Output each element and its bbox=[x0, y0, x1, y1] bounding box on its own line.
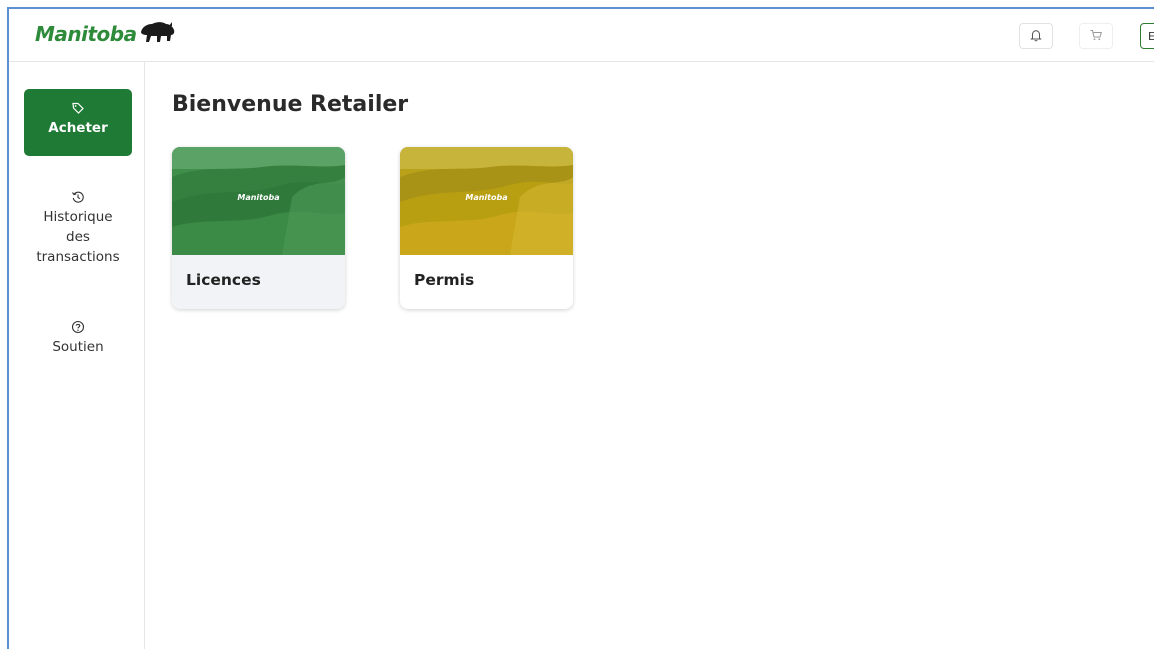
main-content: Bienvenue Retailer Manitoba Licences Man… bbox=[145, 62, 1154, 649]
sidebar-item-label-line2: des bbox=[66, 229, 90, 245]
card-image: Manitoba bbox=[400, 147, 573, 255]
tag-icon bbox=[71, 98, 85, 118]
app-window: Manitoba Acheter Historique des transact… bbox=[7, 7, 1154, 649]
card-licences[interactable]: Manitoba Licences bbox=[172, 147, 345, 309]
cart-button[interactable] bbox=[1079, 23, 1113, 49]
card-permis[interactable]: Manitoba Permis bbox=[400, 147, 573, 309]
help-icon bbox=[71, 317, 85, 337]
card-manitoba-logo: Manitoba bbox=[237, 193, 280, 202]
sidebar-item-acheter[interactable]: Acheter bbox=[24, 89, 132, 156]
user-menu-button[interactable]: E bbox=[1140, 23, 1154, 49]
sidebar-item-history[interactable]: Historique des transactions bbox=[24, 187, 132, 267]
card-label: Licences bbox=[186, 271, 261, 289]
sidebar: Acheter Historique des transactions Sout… bbox=[9, 62, 145, 649]
manitoba-logo[interactable]: Manitoba bbox=[35, 19, 177, 49]
top-header: Manitoba bbox=[9, 9, 1154, 62]
user-initial: E bbox=[1148, 30, 1154, 43]
page-title: Bienvenue Retailer bbox=[172, 92, 409, 117]
sidebar-item-label: Soutien bbox=[52, 339, 104, 355]
card-image: Manitoba bbox=[172, 147, 345, 255]
card-label: Permis bbox=[414, 271, 475, 289]
sidebar-item-label-line3: transactions bbox=[36, 249, 120, 265]
notifications-button[interactable] bbox=[1019, 23, 1053, 49]
sidebar-item-soutien[interactable]: Soutien bbox=[24, 317, 132, 357]
bison-icon bbox=[139, 19, 177, 49]
card-manitoba-logo: Manitoba bbox=[465, 193, 508, 202]
bell-icon bbox=[1029, 27, 1043, 46]
logo-text: Manitoba bbox=[35, 22, 137, 46]
history-icon bbox=[71, 187, 85, 207]
cart-icon bbox=[1089, 27, 1103, 46]
sidebar-item-label-line1: Historique bbox=[43, 209, 113, 225]
sidebar-item-label: Acheter bbox=[48, 120, 108, 136]
